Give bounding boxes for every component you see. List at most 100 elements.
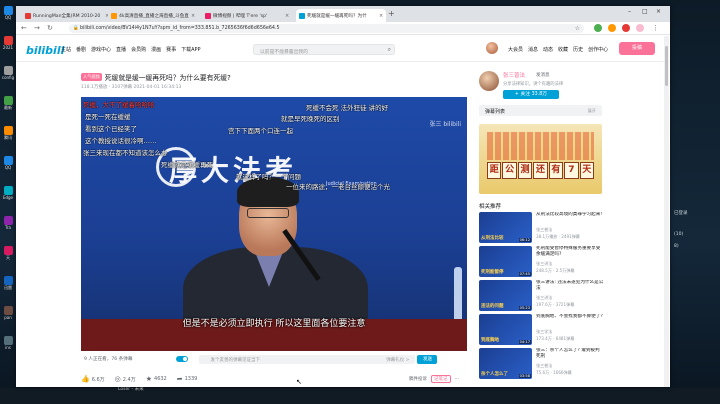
nav-item[interactable]: 漫画 <box>151 46 161 53</box>
forward-icon[interactable]: → <box>34 24 40 33</box>
danmaku-list-panel[interactable]: 弹幕列表 展开 <box>479 105 602 116</box>
related-video-author[interactable]: 张三讲法 <box>536 295 552 301</box>
favorite-button[interactable]: ★ 4632 <box>146 375 167 383</box>
share-button[interactable]: ➦ 1339 <box>177 375 198 383</box>
profile-icon[interactable] <box>636 24 644 32</box>
related-thumbnail[interactable]: 杀个人怎么了 03:58 <box>479 348 532 379</box>
related-video[interactable]: 杀个人怎么了 03:58 张三：杀个人怎么了? 遭到被判死刑 张三普法 75.6万… <box>479 348 604 379</box>
nav-item[interactable]: 直播 <box>116 46 126 53</box>
app-icon <box>3 6 13 15</box>
send-danmaku-button[interactable]: 发送 <box>417 354 438 364</box>
desktop-shortcut[interactable]: 最新 <box>1 96 15 111</box>
danmaku-input[interactable]: 发个友善的弹幕见证当下 弹幕礼仪 > <box>199 354 416 364</box>
related-video-author[interactable]: 张三普法 <box>536 227 552 233</box>
extension-icon[interactable] <box>622 24 630 32</box>
desktop-shortcut[interactable]: Tra <box>1 216 15 230</box>
video-player[interactable]: 厚大法考 Judicial Examination 张三 bilibili 死缓… <box>81 97 467 351</box>
related-thumbnail[interactable]: 死刑能暂停 07:45 <box>479 246 532 277</box>
maximize-icon[interactable]: □ <box>642 8 648 15</box>
related-video[interactable]: 违法的问题 05:23 张三讲法: 违法未遂犯为什么是公法 张三讲法 197.6万… <box>479 280 604 311</box>
related-video-author[interactable]: 张三普法 <box>536 363 552 369</box>
desktop-shortcut[interactable]: QQ <box>1 156 15 170</box>
nav-item[interactable]: 主站 <box>61 46 71 53</box>
tab[interactable]: RunningMan全集(RM 2010-20× <box>22 9 113 22</box>
tab[interactable]: 微博视频 | 哔哩 T'ere 'sp' × <box>202 9 293 22</box>
desktop-shortcut[interactable]: 腾讯 <box>1 126 15 141</box>
nav-item[interactable]: 游戏中心 <box>91 46 111 53</box>
like-button[interactable]: 👍 6.6万 <box>81 375 105 383</box>
reload-icon[interactable]: ↻ <box>47 24 53 33</box>
nav-dynamics[interactable]: 动态 <box>543 46 553 53</box>
page-scrollbar[interactable] <box>664 36 669 387</box>
nav-item[interactable]: 番剧 <box>76 46 86 53</box>
desktop-shortcut[interactable]: QQ <box>1 6 15 20</box>
upload-button[interactable]: 投稿 <box>619 42 655 55</box>
tab-active[interactable]: 死缓就是缓一缓再死吗？为什 × <box>296 9 387 22</box>
related-video-author[interactable]: 张三学法 <box>536 329 552 335</box>
related-video[interactable]: 从刑法比较 06:12 从刑法比较高境的类罪学习起来! 张三普法 38.1万播放 … <box>479 212 604 243</box>
related-video-stats: 75.6万 · 1666弹幕 <box>536 370 572 375</box>
related-thumbnail[interactable]: 到底胸地 04:17 <box>479 314 532 345</box>
related-video-title[interactable]: 死刑能受暂停特殊服务重要享受 余缓满足吗? <box>536 246 604 258</box>
related-thumbnail[interactable]: 从刑法比较 06:12 <box>479 212 532 243</box>
extension-icon[interactable] <box>594 24 602 32</box>
related-video[interactable]: 死刑能暂停 07:45 死刑能受暂停特殊服务重要享受 余缓满足吗? 张三讲法 24… <box>479 246 604 277</box>
share-count: 1339 <box>184 376 198 382</box>
nav-favorites[interactable]: 收藏 <box>558 46 568 53</box>
related-video-title[interactable]: 张三：杀个人怎么了? 遭到被判死刑 <box>536 348 604 360</box>
note-button[interactable]: 记笔记 <box>431 375 451 383</box>
desktop-shortcut[interactable]: Edge <box>1 186 15 200</box>
related-video-title[interactable]: 从刑法比较高境的类罪学习起来! <box>536 212 604 224</box>
search-input[interactable]: 以前是不能暴露出我的 ⌕ <box>253 44 395 55</box>
scrollbar-thumb[interactable] <box>665 46 668 86</box>
tab[interactable]: 4k高清直播_直播之海直播_斗鱼直播 × <box>108 9 199 22</box>
nav-messages[interactable]: 消息 <box>528 46 538 53</box>
nav-history[interactable]: 历史 <box>573 46 583 53</box>
danmaku: 看到这个已经笑了 <box>85 125 137 133</box>
uploader-avatar[interactable] <box>479 71 499 91</box>
nav-vip[interactable]: 大会员 <box>508 46 523 53</box>
bilibili-logo[interactable]: bilibili <box>26 44 64 57</box>
desktop-shortcut[interactable]: 天 <box>1 246 15 261</box>
report-link[interactable]: 稿件投诉 <box>409 376 427 382</box>
minimize-icon[interactable]: – <box>628 8 631 15</box>
expand-link[interactable]: 展开 <box>588 108 596 114</box>
menu-icon[interactable]: ⋮ <box>652 24 659 33</box>
favicon-icon <box>25 12 31 19</box>
follow-button[interactable]: + 关注 33.8万 <box>503 90 559 99</box>
related-video[interactable]: 到底胸地 04:17 到底胸地、不会找我都不算便了? 张三学法 173.4万 · … <box>479 314 604 345</box>
extension-icon[interactable] <box>608 24 616 32</box>
nav-item[interactable]: 会员购 <box>131 46 146 53</box>
danmaku-toggle[interactable] <box>176 356 189 362</box>
url-field[interactable]: 🔒 bilibili.com/video/BV14i4y1N7uY?spm_id… <box>69 24 584 33</box>
nav-item[interactable]: 下载APP <box>181 46 200 53</box>
close-window-icon[interactable]: × <box>656 8 661 15</box>
related-video-author[interactable]: 张三讲法 <box>536 261 552 267</box>
related-video-title[interactable]: 张三讲法: 违法未遂犯为什么是公法 <box>536 280 604 292</box>
danmaku-etiquette-link[interactable]: 弹幕礼仪 > <box>386 357 409 363</box>
nav-creator[interactable]: 创作中心 <box>588 46 608 53</box>
desktop-shortcut[interactable]: config <box>1 66 15 80</box>
close-icon[interactable]: × <box>379 13 383 19</box>
new-tab-button[interactable]: + <box>388 9 395 19</box>
back-icon[interactable]: ← <box>21 24 27 33</box>
ad-banner[interactable]: 距 公 测 还 有 7 天 <box>479 124 602 194</box>
uploader-name[interactable]: 张三普法 <box>503 71 525 79</box>
related-thumbnail[interactable]: 违法的问题 05:23 <box>479 280 532 311</box>
nav-item[interactable]: 赛事 <box>166 46 176 53</box>
search-icon[interactable]: ⌕ <box>388 46 391 54</box>
close-icon[interactable]: × <box>285 13 289 19</box>
desktop-shortcut[interactable]: pan <box>1 306 15 320</box>
coin-button[interactable]: ◎ 2.4万 <box>115 375 136 383</box>
more-icon[interactable]: ⋯ <box>455 377 460 382</box>
bookmark-star-icon[interactable]: ☆ <box>575 25 580 32</box>
related-video-title[interactable]: 到底胸地、不会找我都不算便了? <box>536 314 604 326</box>
send-message-link[interactable]: 发消息 <box>536 72 550 78</box>
site-header: bilibili 主站 番剧 游戏中心 直播 会员购 漫画 赛事 下载APP 以… <box>16 36 670 62</box>
desktop-shortcut[interactable]: ins <box>1 336 15 350</box>
close-icon[interactable]: × <box>191 13 195 19</box>
app-icon <box>3 96 13 105</box>
avatar[interactable] <box>486 42 498 54</box>
desktop-shortcut[interactable]: 迅雷 <box>1 276 15 291</box>
desktop-shortcut[interactable]: 2021 <box>1 36 15 50</box>
